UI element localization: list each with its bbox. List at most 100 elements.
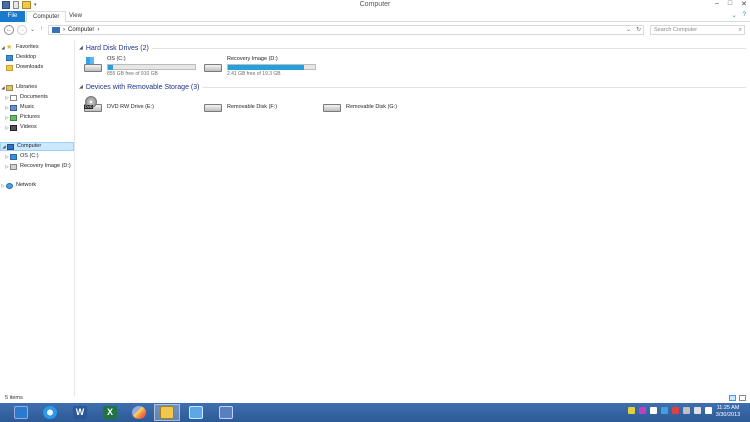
view-switcher: [729, 395, 746, 401]
details-view-icon[interactable]: [729, 395, 736, 401]
taskbar-network[interactable]: [183, 404, 209, 421]
help-icon[interactable]: ?: [743, 12, 746, 19]
drive-removable-f[interactable]: Removable Disk (F:): [203, 96, 277, 118]
tray-app-icon[interactable]: [628, 407, 635, 414]
nav-desktop[interactable]: Desktop: [0, 53, 74, 62]
drive-dvd-e[interactable]: DVD DVD RW Drive (E:): [83, 96, 154, 118]
group-header-removable-storage[interactable]: ◢ Devices with Removable Storage (3): [79, 82, 199, 92]
clock[interactable]: 11:25 AM 3/30/2013: [712, 405, 744, 419]
navigation-pane: ◢ ★ Favorites Desktop Downloads ◢ Librar…: [0, 40, 75, 396]
drive-name: Removable Disk (F:): [227, 103, 278, 110]
breadcrumb-separator[interactable]: ›: [63, 26, 65, 35]
expand-ribbon-icon[interactable]: ⌄: [732, 12, 737, 19]
videos-icon: [10, 124, 17, 131]
collapse-arrow-icon[interactable]: ◢: [79, 84, 83, 90]
close-button[interactable]: ✕: [741, 0, 747, 8]
libraries-icon: [6, 84, 13, 91]
nav-music[interactable]: ▷ Music: [0, 103, 74, 112]
taskbar-computer[interactable]: [213, 404, 239, 421]
drive-name: Removable Disk (G:): [346, 103, 398, 110]
back-button[interactable]: ←: [4, 25, 14, 35]
drive-removable-g[interactable]: Removable Disk (G:): [322, 96, 397, 118]
star-icon: ★: [6, 43, 13, 51]
nav-recovery-d[interactable]: ▷ Recovery Image (D:): [0, 162, 74, 171]
window-title: Computer: [359, 1, 391, 8]
nav-favorites[interactable]: ◢ ★ Favorites: [0, 43, 74, 52]
recent-locations-chevron-icon[interactable]: ⌄: [30, 26, 35, 33]
drive-name: DVD RW Drive (E:): [107, 103, 154, 110]
drive-os-c[interactable]: OS (C:) 855 GB free of 910 GB: [83, 56, 196, 78]
nav-os-c[interactable]: ▷ OS (C:): [0, 152, 74, 161]
pictures-icon: [10, 114, 17, 121]
taskbar-excel[interactable]: X: [97, 404, 123, 421]
clock-time: 11:25 AM: [716, 405, 740, 411]
dvd-tag: DVD: [84, 105, 94, 109]
up-button[interactable]: ↑: [40, 26, 43, 32]
start-button[interactable]: [8, 404, 34, 421]
address-bar[interactable]: › Computer › ⌄ ↻: [48, 25, 644, 35]
nav-pictures[interactable]: ▷ Pictures: [0, 113, 74, 122]
nav-computer[interactable]: ◢ Computer: [0, 142, 74, 151]
refresh-icon[interactable]: ↻: [636, 26, 641, 35]
large-icons-view-icon[interactable]: [739, 395, 746, 401]
nav-label: Desktop: [16, 54, 37, 60]
os-drive-icon: [10, 153, 17, 160]
nav-label: Favorites: [16, 44, 39, 50]
paint-icon: [132, 406, 146, 419]
nav-videos[interactable]: ▷ Videos: [0, 123, 74, 132]
tray-app-icon[interactable]: [650, 407, 657, 414]
removable-disk-icon: [322, 96, 342, 114]
tray-app-icon[interactable]: [672, 407, 679, 414]
network-icon: [189, 406, 203, 419]
network-status-icon[interactable]: [694, 407, 701, 414]
nav-downloads[interactable]: Downloads: [0, 63, 74, 72]
word-icon: W: [73, 406, 87, 419]
forward-button[interactable]: →: [17, 25, 27, 35]
nav-documents[interactable]: ▷ Documents: [0, 93, 74, 102]
search-box[interactable]: Search Computer ⌕: [650, 25, 745, 35]
tray-app-icon[interactable]: [639, 407, 646, 414]
os-drive-icon: [83, 56, 103, 74]
tab-computer[interactable]: Computer: [26, 11, 67, 22]
taskbar-paint[interactable]: [126, 404, 152, 421]
nav-label: Libraries: [16, 84, 38, 90]
computer-icon: [7, 143, 14, 150]
address-history-chevron-icon[interactable]: ⌄: [626, 26, 631, 35]
tab-file[interactable]: File: [0, 11, 25, 22]
nav-libraries[interactable]: ◢ Libraries: [0, 83, 74, 92]
drive-usage-bar: [107, 64, 196, 70]
search-icon[interactable]: ⌕: [739, 26, 742, 35]
system-tray: [628, 407, 712, 414]
volume-icon[interactable]: [705, 407, 712, 414]
group-header-hard-disk-drives[interactable]: ◢ Hard Disk Drives (2): [79, 43, 149, 53]
tab-view[interactable]: View: [63, 11, 88, 22]
nav-network[interactable]: ▷ Network: [0, 181, 74, 190]
drive-recovery-d[interactable]: Recovery Image (D:) 2.41 GB free of 19.3…: [203, 56, 316, 78]
drive-name: OS (C:): [107, 56, 126, 62]
computer-icon: [52, 27, 60, 33]
nav-label: Pictures: [20, 114, 40, 120]
nav-label: Recovery Image (D:): [20, 163, 71, 169]
tray-app-icon[interactable]: [661, 407, 668, 414]
desktop-icon: [6, 54, 13, 61]
group-title: Devices with Removable Storage (3): [85, 83, 200, 91]
documents-icon: [10, 94, 17, 101]
breadcrumb-separator-end[interactable]: ›: [97, 26, 99, 35]
group-divider: [152, 48, 746, 49]
excel-icon: X: [103, 406, 117, 419]
music-icon: [10, 104, 17, 111]
taskbar-word[interactable]: W: [67, 404, 93, 421]
taskbar-ie[interactable]: [37, 404, 63, 421]
breadcrumb-computer[interactable]: Computer: [68, 26, 94, 35]
show-hidden-icons-icon[interactable]: [683, 407, 690, 414]
taskbar-file-explorer[interactable]: [154, 404, 180, 421]
collapse-arrow-icon[interactable]: ◢: [79, 45, 83, 51]
clock-date: 3/30/2013: [715, 412, 741, 418]
nav-label: Network: [16, 182, 37, 188]
item-count: 5 items: [5, 395, 23, 401]
ie-icon: [43, 406, 57, 419]
maximize-button[interactable]: □: [728, 0, 732, 8]
removable-disk-icon: [203, 96, 223, 114]
minimize-button[interactable]: –: [715, 0, 719, 8]
status-bar: 5 items: [0, 394, 750, 403]
